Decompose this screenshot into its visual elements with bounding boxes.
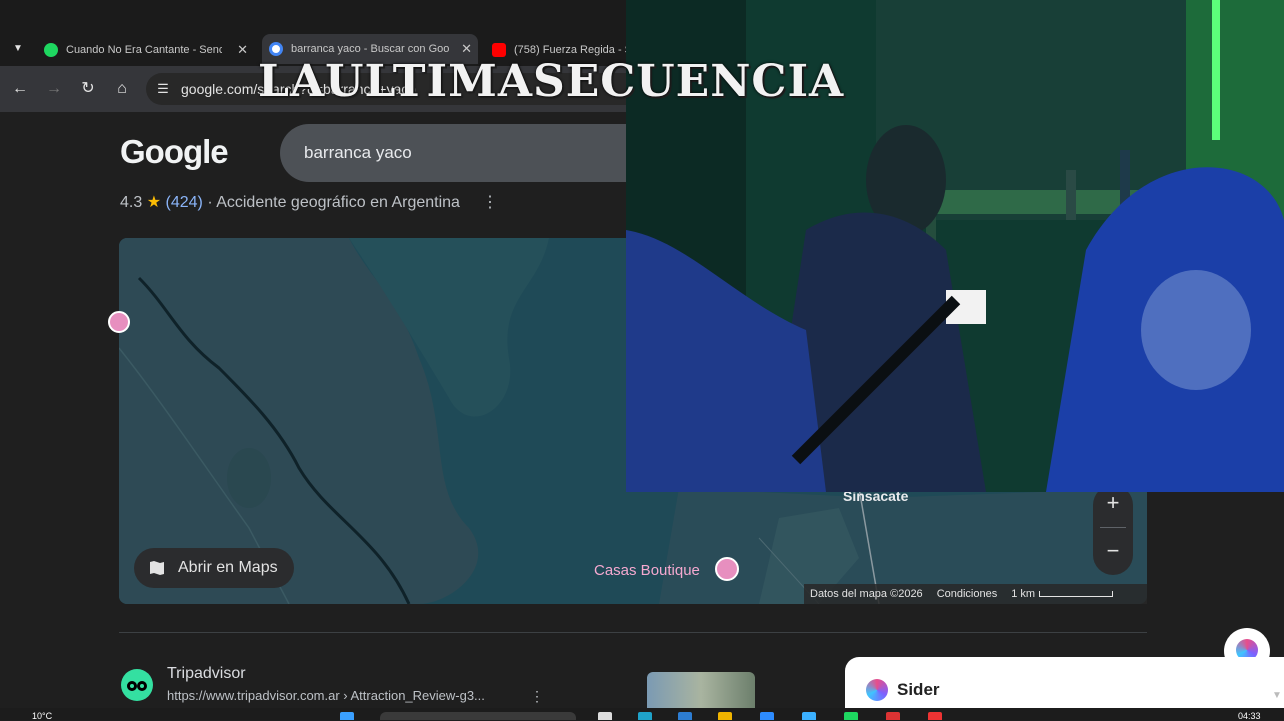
map-pin-icon[interactable] <box>108 311 130 333</box>
close-tab-icon[interactable]: ✕ <box>231 42 254 58</box>
place-category: Accidente geográfico en Argentina <box>216 194 460 211</box>
spotify-icon <box>44 43 58 57</box>
review-count-link[interactable]: (424) <box>166 194 203 211</box>
separator: · <box>207 194 213 211</box>
mail-icon[interactable] <box>760 712 774 720</box>
zoom-divider <box>1100 527 1126 528</box>
close-tab-icon[interactable]: ✕ <box>455 41 478 57</box>
sider-brain-icon <box>866 679 888 701</box>
result-source-name[interactable]: Tripadvisor <box>167 665 246 683</box>
hotel-pin-icon[interactable] <box>715 557 739 581</box>
divider <box>119 632 1147 633</box>
map-label-casas-boutique[interactable]: Casas Boutique <box>594 562 700 579</box>
taskbar-search[interactable] <box>380 712 576 720</box>
edge-icon[interactable] <box>638 712 652 720</box>
google-icon <box>269 42 283 56</box>
more-options-icon[interactable]: ⋮ <box>482 192 498 212</box>
home-icon[interactable]: ⌂ <box>111 78 133 100</box>
scale-bar <box>1039 591 1114 597</box>
youtube-icon <box>492 43 506 57</box>
tab-title: (758) Fuerza Regida - S <box>514 44 628 56</box>
file-explorer-icon[interactable] <box>718 712 732 720</box>
task-view-icon[interactable] <box>598 712 612 720</box>
store-icon[interactable] <box>678 712 692 720</box>
tripadvisor-logo-icon <box>121 669 153 701</box>
open-in-maps-label: Abrir en Maps <box>178 559 278 576</box>
result-url[interactable]: https://www.tripadvisor.com.ar › Attract… <box>167 688 485 703</box>
windows-start-icon[interactable] <box>340 712 354 720</box>
place-summary: 4.3 ★ (424) · Accidente geográfico en Ar… <box>120 192 460 212</box>
chrome-icon[interactable] <box>928 712 942 720</box>
tab-search-button[interactable]: ▼ <box>7 40 29 58</box>
zoom-in-button[interactable]: + <box>1100 490 1126 516</box>
spotify-taskbar-icon[interactable] <box>844 712 858 720</box>
tab-spotify[interactable]: Cuando No Era Cantante - Senc ✕ <box>44 38 254 62</box>
search-query: barranca yaco <box>304 143 412 162</box>
obs-icon[interactable] <box>886 712 900 720</box>
site-info-icon[interactable]: ☰ <box>152 78 174 100</box>
zoom-out-button[interactable]: − <box>1100 538 1126 564</box>
result-thumbnail[interactable] <box>647 672 755 708</box>
star-icon: ★ <box>146 194 162 211</box>
tab-title: barranca yaco - Buscar con Goo <box>291 43 449 55</box>
open-in-maps-button[interactable]: Abrir en Maps <box>134 548 294 588</box>
back-arrow-icon[interactable]: ← <box>9 78 31 100</box>
rating-value: 4.3 <box>120 194 143 211</box>
tab-title: Cuando No Era Cantante - Senc <box>66 44 222 56</box>
google-logo[interactable]: Google <box>120 133 229 171</box>
map-attribution: Datos del mapa ©2026 <box>810 588 923 600</box>
scrollbar-down-arrow[interactable]: ▼ <box>1272 690 1282 701</box>
terms-link[interactable]: Condiciones <box>937 588 998 600</box>
map-icon <box>150 561 164 575</box>
reload-icon[interactable]: ↻ <box>77 78 99 100</box>
sider-label: Sider <box>897 680 940 699</box>
stream-watermark: LAULTIMASECUENCIA <box>258 56 845 107</box>
forward-arrow-icon[interactable]: → <box>43 78 65 100</box>
scale-label: 1 km <box>1011 588 1036 600</box>
map-footer: Datos del mapa ©2026 Condiciones 1 km <box>804 584 1147 604</box>
app-icon[interactable] <box>802 712 816 720</box>
result-more-icon[interactable]: ⋮ <box>530 688 544 705</box>
